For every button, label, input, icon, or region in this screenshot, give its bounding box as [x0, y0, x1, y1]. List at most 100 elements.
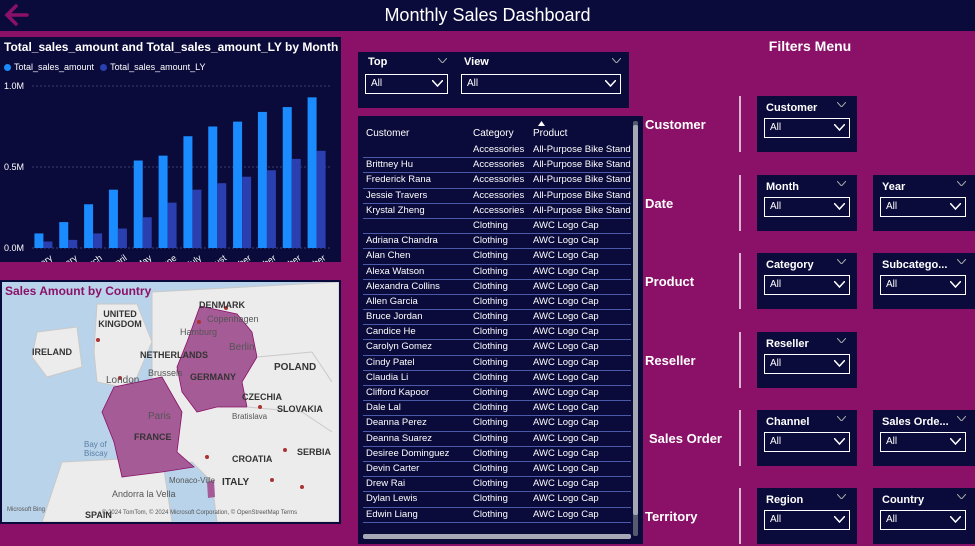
sales-map[interactable]: Sales Amount by Country DENMARK UNITED K…	[0, 280, 341, 524]
bar-ly-november[interactable]	[291, 158, 301, 248]
slicer-dropdown[interactable]: All	[764, 118, 850, 138]
table-row[interactable]: Allen Garcia Clothing AWC Logo Cap	[363, 295, 631, 311]
bar-current-december[interactable]	[307, 97, 317, 248]
table-row[interactable]: Carolyn Gomez Clothing AWC Logo Cap	[363, 340, 631, 356]
column-header-category[interactable]: Category	[473, 128, 514, 139]
bar-ly-january[interactable]	[43, 241, 53, 248]
dropdown-caret-icon	[834, 438, 845, 445]
bar-ly-april[interactable]	[117, 228, 127, 248]
table-row[interactable]: Edwin Liang Clothing AWC Logo Cap	[363, 508, 631, 523]
bar-current-april[interactable]	[108, 189, 118, 248]
map-attribution[interactable]: © 2024 TomTom, © 2024 Microsoft Corporat…	[102, 510, 297, 516]
slicer-territory-1: Country All	[873, 488, 975, 544]
slicer-dropdown[interactable]: All	[764, 432, 850, 452]
table-row[interactable]: Brittney Hu Accessories All-Purpose Bike S…	[363, 158, 631, 174]
chevron-down-icon[interactable]	[837, 494, 846, 499]
sales-bar-chart[interactable]: Total_sales_amount and Total_sales_amoun…	[0, 37, 341, 262]
table-row[interactable]: Candice He Clothing AWC Logo Cap	[363, 325, 631, 341]
table-row[interactable]: Adriana Chandra Clothing AWC Logo Cap	[363, 234, 631, 250]
slicer-dropdown[interactable]: All	[764, 510, 850, 530]
table-row[interactable]: Deanna Suarez Clothing AWC Logo Cap	[363, 432, 631, 447]
slicer-dropdown[interactable]: All	[880, 432, 966, 452]
table-row[interactable]: Drew Rai Clothing AWC Logo Cap	[363, 477, 631, 493]
sort-ascending-icon[interactable]	[538, 121, 545, 126]
slicer-dropdown[interactable]: All	[764, 275, 850, 295]
chevron-down-icon[interactable]	[837, 102, 846, 107]
bar-current-january[interactable]	[34, 233, 44, 248]
bar-ly-march[interactable]	[93, 233, 103, 248]
bar-ly-may[interactable]	[142, 217, 152, 248]
vertical-scroll-thumb[interactable]	[633, 125, 638, 515]
table-row[interactable]: Krystal Zheng Accessories All-Purpose Bike…	[363, 204, 631, 219]
chart-plot-area: 0.0M0.5M1.0MJanuaryFebruaryMarchAprilMay…	[4, 81, 330, 262]
table-row[interactable]: Clifford Kapoor Clothing AWC Logo Cap	[363, 386, 631, 402]
cell-product: AWC Logo Cap	[533, 311, 599, 323]
horizontal-scrollbar[interactable]	[363, 534, 631, 539]
table-row[interactable]: Desiree Dominguez Clothing AWC Logo Cap	[363, 447, 631, 462]
bar-ly-september[interactable]	[242, 176, 252, 248]
slicer-dropdown[interactable]: All	[880, 510, 966, 530]
cell-customer: Alexa Watson	[366, 265, 425, 277]
chevron-down-icon[interactable]	[612, 58, 621, 63]
table-row[interactable]: Alan Chen Clothing AWC Logo Cap	[363, 249, 631, 265]
top-dropdown[interactable]: All	[365, 74, 448, 94]
cell-customer: Adriana Chandra	[366, 235, 438, 247]
filter-group-divider	[739, 175, 741, 231]
bar-ly-october[interactable]	[266, 170, 276, 248]
bar-current-march[interactable]	[84, 204, 94, 248]
map-canvas[interactable]	[2, 282, 339, 522]
map-label-slovakia: SLOVAKIA	[277, 404, 323, 414]
cell-product: AWC Logo Cap	[533, 326, 599, 338]
slicer-reseller-0: Reseller All	[757, 332, 857, 388]
bar-current-july[interactable]	[183, 136, 193, 248]
chevron-down-icon[interactable]	[957, 416, 966, 421]
bar-current-october[interactable]	[257, 111, 267, 248]
table-row[interactable]: Accessories All-Purpose Bike Stand	[363, 143, 631, 159]
chevron-down-icon[interactable]	[957, 181, 966, 186]
slicer-label: Region	[766, 494, 804, 506]
bar-current-august[interactable]	[208, 126, 218, 249]
table-row[interactable]: Deanna Perez Clothing AWC Logo Cap	[363, 416, 631, 432]
table-row[interactable]: Bruce Jordan Clothing AWC Logo Cap	[363, 310, 631, 326]
bar-ly-june[interactable]	[167, 202, 177, 248]
table-row[interactable]: Alexa Watson Clothing AWC Logo Cap	[363, 265, 631, 280]
table-row[interactable]: Claudia Li Clothing AWC Logo Cap	[363, 371, 631, 386]
bar-current-september[interactable]	[233, 121, 243, 248]
table-row[interactable]: Jessie Travers Accessories All-Purpose Bik…	[363, 189, 631, 204]
chevron-down-icon[interactable]	[438, 58, 447, 63]
bar-current-november[interactable]	[282, 107, 292, 248]
table-row[interactable]: Alexandra Collins Clothing AWC Logo Cap	[363, 280, 631, 295]
column-header-product[interactable]: Product	[533, 128, 567, 139]
slicer-dropdown[interactable]: All	[764, 354, 850, 374]
map-label-serbia: SERBIA	[297, 447, 332, 457]
table-row[interactable]: Frederick Rana Accessories All-Purpose Bik…	[363, 173, 631, 189]
table-row[interactable]: Dale Lal Clothing AWC Logo Cap	[363, 401, 631, 417]
table-row[interactable]: Dylan Lewis Clothing AWC Logo Cap	[363, 492, 631, 508]
chevron-down-icon[interactable]	[837, 416, 846, 421]
map-city-bratislava: Bratislava	[232, 412, 268, 421]
chevron-down-icon[interactable]	[837, 259, 846, 264]
view-dropdown[interactable]: All	[461, 74, 621, 94]
customer-product-table[interactable]: Customer Category Product Accessories All…	[358, 116, 643, 544]
chevron-down-icon[interactable]	[837, 338, 846, 343]
table-row[interactable]: Devin Carter Clothing AWC Logo Cap	[363, 462, 631, 478]
bar-current-june[interactable]	[158, 155, 168, 248]
filter-group-label-product: Product	[645, 274, 695, 289]
bar-ly-february[interactable]	[68, 239, 78, 248]
bar-current-february[interactable]	[59, 222, 69, 248]
chevron-down-icon[interactable]	[957, 259, 966, 264]
vertical-scrollbar[interactable]	[633, 121, 638, 536]
slicer-dropdown[interactable]: All	[764, 197, 850, 217]
column-header-customer[interactable]: Customer	[366, 128, 409, 139]
chevron-down-icon[interactable]	[837, 181, 846, 186]
y-tick-label: 1.0M	[4, 81, 24, 91]
slicer-dropdown[interactable]: All	[880, 197, 966, 217]
bar-ly-july[interactable]	[192, 189, 202, 248]
bar-current-may[interactable]	[133, 160, 143, 248]
table-row[interactable]: Cindy Patel Clothing AWC Logo Cap	[363, 356, 631, 371]
chevron-down-icon[interactable]	[957, 494, 966, 499]
bar-ly-august[interactable]	[217, 183, 227, 248]
slicer-dropdown[interactable]: All	[880, 275, 966, 295]
bar-ly-december[interactable]	[316, 150, 326, 248]
table-row[interactable]: Clothing AWC Logo Cap	[363, 219, 631, 235]
